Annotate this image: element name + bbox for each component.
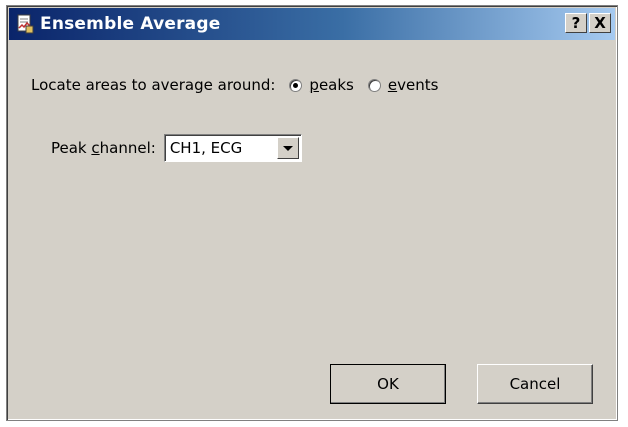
dialog-title: Ensemble Average [40,14,221,34]
chevron-down-icon[interactable] [276,137,299,159]
ok-button[interactable]: OK [330,364,446,404]
events-radio[interactable] [367,78,381,92]
peak-channel-label: Peak channel: [51,139,156,157]
document-chart-icon [15,14,35,34]
peak-channel-row: Peak channel: CH1, ECG [51,134,302,162]
peak-channel-value: CH1, ECG [169,139,243,157]
events-radio-label[interactable]: events [388,76,439,94]
peaks-radio[interactable] [289,78,303,92]
ensemble-average-dialog: Ensemble Average ? X Locate areas to ave… [6,5,618,421]
title-bar[interactable]: Ensemble Average ? X [9,8,615,40]
help-button[interactable]: ? [565,13,587,33]
locate-label: Locate areas to average around: [31,76,276,94]
dialog-content: Locate areas to average around: peaks ev… [7,40,617,420]
cancel-button[interactable]: Cancel [477,364,593,404]
locate-row: Locate areas to average around: peaks ev… [31,76,438,94]
peaks-radio-label[interactable]: peaks [309,76,353,94]
peak-channel-select[interactable]: CH1, ECG [163,134,302,162]
close-button[interactable]: X [589,13,611,33]
